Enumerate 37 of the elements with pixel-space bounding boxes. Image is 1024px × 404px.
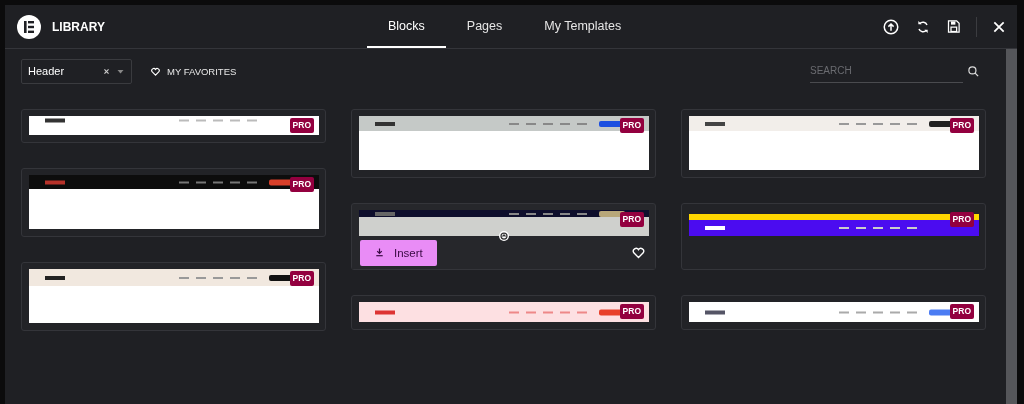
template-card[interactable]: PRO — [351, 295, 656, 330]
logo-icon — [17, 14, 41, 39]
clear-icon[interactable] — [103, 67, 110, 75]
scrollbar[interactable] — [1006, 49, 1017, 404]
template-card[interactable]: PRO — [681, 109, 986, 178]
sync-icon[interactable] — [915, 18, 931, 35]
heart-icon[interactable] — [631, 245, 646, 260]
template-card[interactable]: PRO — [21, 262, 326, 331]
tab[interactable]: My Templates — [523, 5, 643, 48]
template-card[interactable]: PRO — [21, 168, 326, 237]
pro-badge: PRO — [949, 118, 974, 133]
pro-badge: PRO — [289, 271, 314, 286]
close-icon[interactable] — [992, 19, 1006, 34]
upload-icon[interactable] — [882, 17, 900, 36]
search-field[interactable]: SEARCH — [810, 59, 963, 83]
category-dropdown[interactable]: Header — [21, 58, 132, 84]
pro-badge: PRO — [619, 212, 644, 227]
pro-badge: PRO — [949, 212, 974, 227]
pro-badge: PRO — [289, 118, 314, 133]
download-icon — [374, 247, 385, 258]
template-card[interactable]: PRO — [21, 109, 326, 143]
tab[interactable]: Pages — [445, 5, 524, 48]
heart-icon — [150, 65, 161, 77]
search-icon — [967, 64, 980, 78]
template-card[interactable]: PRO — [681, 295, 986, 330]
pro-badge: PRO — [619, 304, 644, 319]
pro-badge: PRO — [289, 177, 314, 192]
template-card[interactable]: PRO — [351, 109, 656, 178]
tab[interactable]: Blocks — [367, 5, 446, 48]
pro-badge: PRO — [619, 118, 644, 133]
save-icon[interactable] — [946, 19, 961, 34]
favorites-filter[interactable]: MY FAVORITES — [150, 65, 237, 77]
insert-button[interactable]: Insert — [360, 239, 437, 266]
pro-badge: PRO — [949, 304, 974, 319]
template-card[interactable]: PRO — [681, 203, 986, 270]
library-title: LIBRARY — [52, 19, 105, 34]
template-card[interactable]: PRO Insert — [351, 203, 656, 270]
